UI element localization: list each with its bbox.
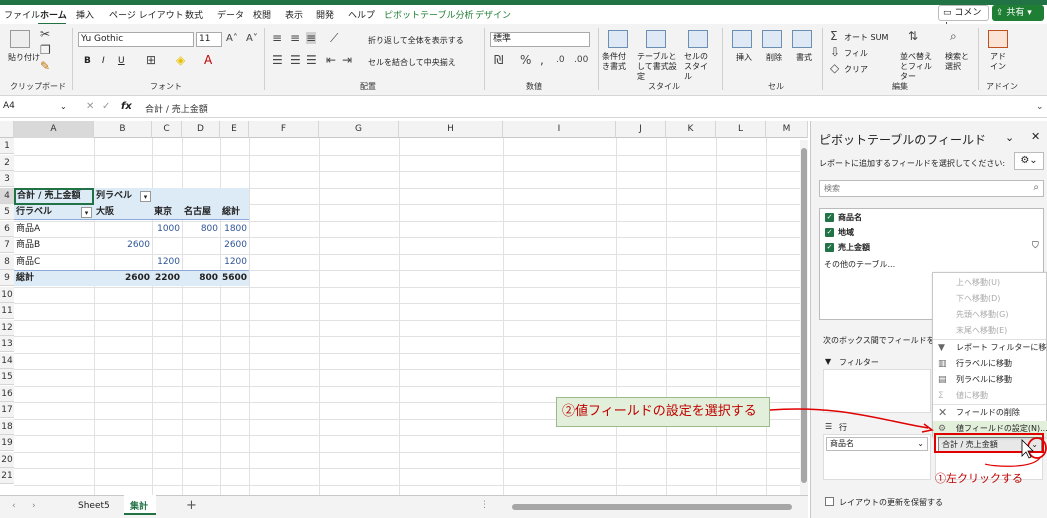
annotation-arrow-step2 bbox=[769, 408, 929, 429]
annotation-arrows bbox=[769, 408, 1047, 467]
annotation-arrow-step1 bbox=[984, 457, 1041, 467]
annotation-step1: ①左クリックする bbox=[935, 472, 1023, 485]
